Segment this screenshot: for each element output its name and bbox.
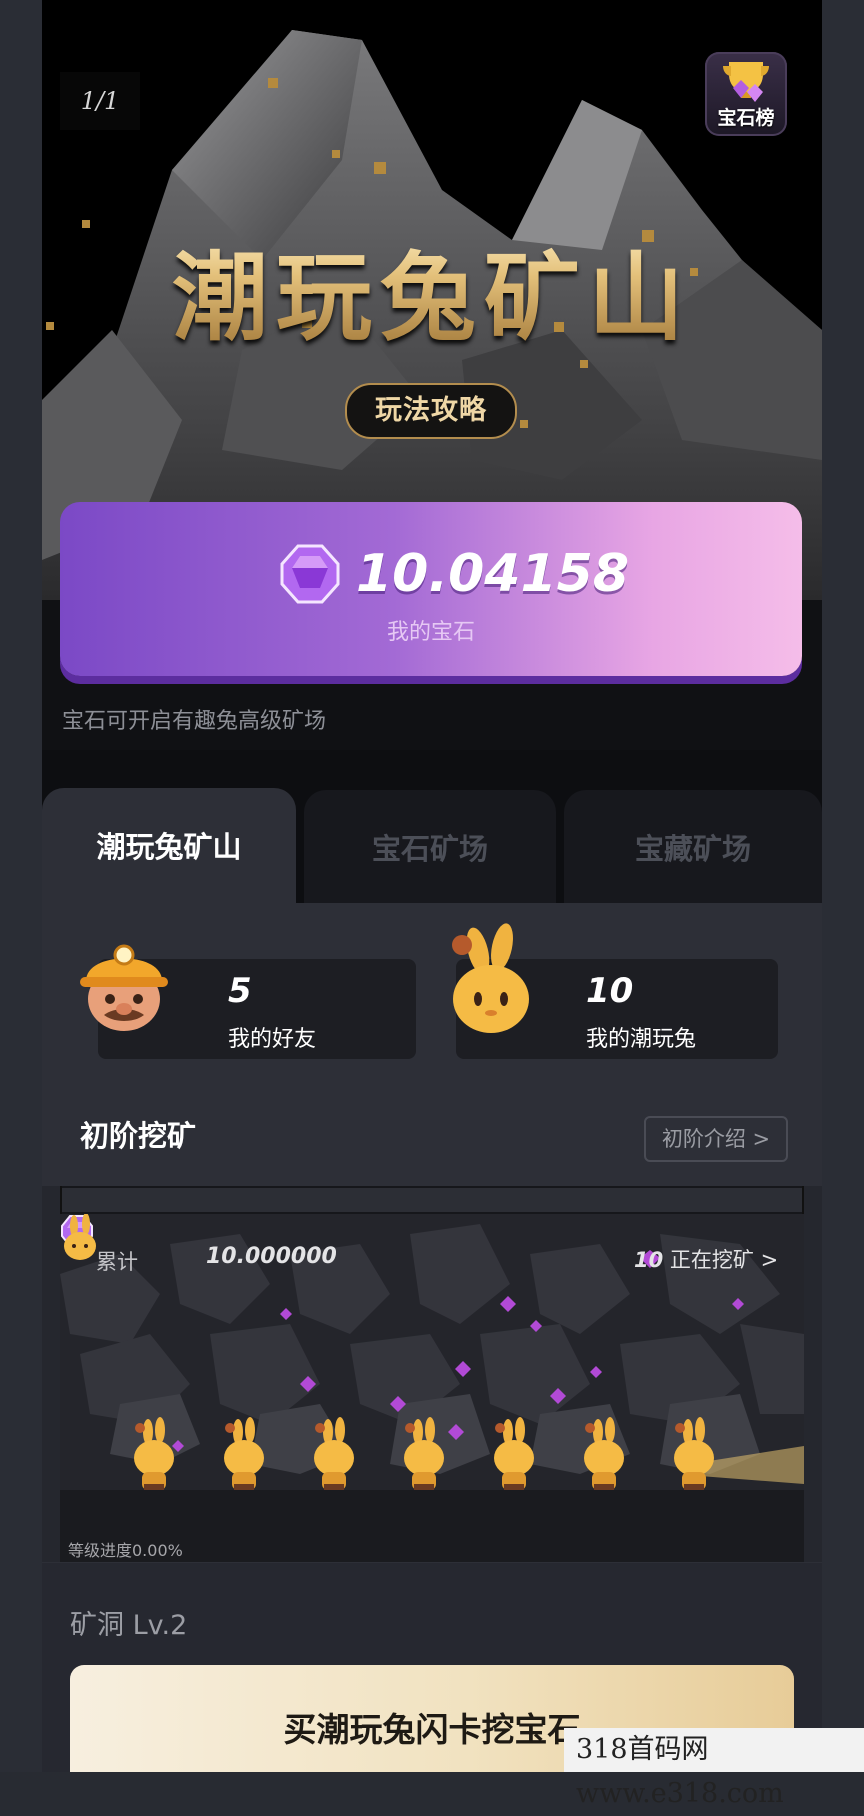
mining-status-text: 正在挖矿 > bbox=[669, 1248, 779, 1272]
gem-ranking-label: 宝石榜 bbox=[717, 107, 775, 129]
mine-tabs: 潮玩兔矿山 宝石矿场 宝藏矿场 bbox=[42, 788, 822, 903]
rabbit-icon bbox=[64, 1214, 96, 1260]
gem-hint-text: 宝石可开启有趣兔高级矿场 bbox=[62, 709, 327, 734]
tab-rabbit-mine[interactable]: 潮玩兔矿山 bbox=[42, 788, 296, 903]
mining-status-link[interactable]: 10 正在挖矿 > bbox=[634, 1244, 778, 1274]
mine-scene-frame: 累计 10.000000 10 正在挖矿 > 等级进度0.00% bbox=[42, 1186, 822, 1562]
mine-cave-scene[interactable]: 累计 10.000000 10 正在挖矿 > bbox=[60, 1214, 804, 1534]
trophy-icon bbox=[723, 62, 769, 102]
level-progress-bar: 等级进度0.00% bbox=[60, 1534, 804, 1562]
gem-balance: 10.04158 bbox=[356, 544, 630, 604]
miner-avatar-icon bbox=[80, 944, 168, 1031]
level-progress-text: 等级进度0.00% bbox=[68, 1541, 183, 1560]
friends-label: 我的好友 bbox=[228, 1027, 317, 1052]
mine-post-left bbox=[42, 1186, 62, 1562]
tab-gem-mine[interactable]: 宝石矿场 bbox=[304, 790, 556, 903]
mine-beam bbox=[60, 1186, 804, 1214]
total-mined-value: 10.000000 bbox=[206, 1244, 337, 1269]
section-title-beginner-mining: 初阶挖矿 bbox=[80, 1119, 197, 1153]
site-watermark: 318首码网 www.e318.com bbox=[564, 1728, 864, 1809]
gameplay-guide-button[interactable]: 玩法攻略 bbox=[345, 383, 517, 439]
right-margin bbox=[822, 0, 864, 1772]
app-screen: 1/1 宝石榜 潮玩兔矿山 玩法攻略 10.04158 我的宝石 宝石可开启有趣… bbox=[42, 0, 822, 1772]
friends-count: 5 bbox=[228, 971, 252, 1011]
page-indicator: 1/1 bbox=[60, 72, 140, 130]
gem-balance-label: 我的宝石 bbox=[386, 620, 475, 645]
left-margin bbox=[0, 0, 42, 1772]
mine-post-right bbox=[802, 1186, 822, 1562]
cave-level-label: 矿洞 Lv.2 bbox=[70, 1610, 188, 1641]
gem-ranking-button[interactable]: 宝石榜 bbox=[705, 52, 787, 136]
my-gems-card: 10.04158 我的宝石 bbox=[60, 502, 802, 676]
hero-banner: 1/1 宝石榜 潮玩兔矿山 玩法攻略 10.04158 我的宝石 宝石可开启有趣… bbox=[42, 0, 822, 750]
purple-gem-icon bbox=[280, 544, 340, 604]
rabbits-count: 10 bbox=[586, 971, 634, 1011]
beginner-intro-button[interactable]: 初阶介绍 > bbox=[644, 1116, 788, 1162]
total-label: 累计 bbox=[96, 1250, 138, 1274]
tab-treasure-mine[interactable]: 宝藏矿场 bbox=[564, 790, 822, 903]
game-title: 潮玩兔矿山 bbox=[42, 220, 822, 359]
rabbit-avatar-icon bbox=[452, 923, 529, 1033]
mining-rabbit-count: 10 bbox=[634, 1248, 664, 1272]
rabbits-label: 我的潮玩兔 bbox=[586, 1027, 697, 1052]
